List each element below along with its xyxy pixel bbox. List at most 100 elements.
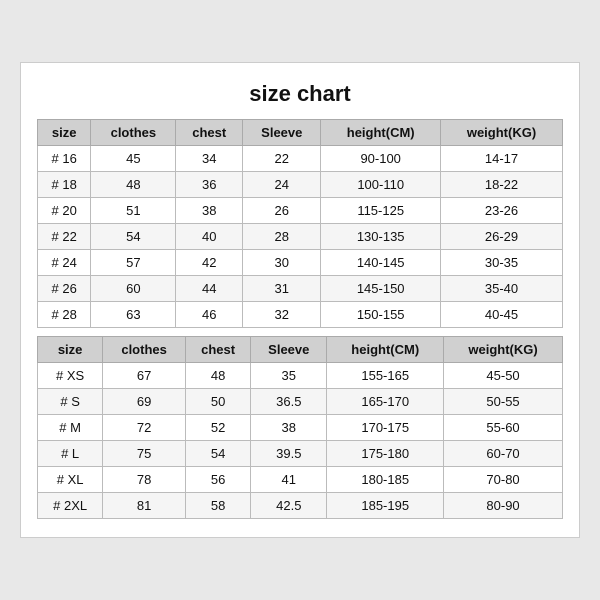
table-cell: # 20 (38, 198, 91, 224)
table-cell: 140-145 (321, 250, 441, 276)
table-cell: # 24 (38, 250, 91, 276)
table1-header: sizeclotheschestSleeveheight(CM)weight(K… (38, 120, 563, 146)
table-row: # 28634632150-15540-45 (38, 302, 563, 328)
table-cell: 185-195 (327, 493, 444, 519)
table-cell: 56 (185, 467, 250, 493)
col-header: weight(KG) (444, 337, 563, 363)
table-cell: 48 (185, 363, 250, 389)
table-cell: 55-60 (444, 415, 563, 441)
table-row: # 20513826115-12523-26 (38, 198, 563, 224)
table-cell: 170-175 (327, 415, 444, 441)
table-cell: 36.5 (251, 389, 327, 415)
table-cell: # XS (38, 363, 103, 389)
table2-body: # XS674835155-16545-50# S695036.5165-170… (38, 363, 563, 519)
table-cell: 39.5 (251, 441, 327, 467)
table-cell: 34 (176, 146, 243, 172)
table-cell: 58 (185, 493, 250, 519)
table-row: # M725238170-17555-60 (38, 415, 563, 441)
table-cell: 80-90 (444, 493, 563, 519)
table-cell: 175-180 (327, 441, 444, 467)
table-cell: 14-17 (441, 146, 563, 172)
table-cell: 40 (176, 224, 243, 250)
table-cell: # XL (38, 467, 103, 493)
table-cell: 45-50 (444, 363, 563, 389)
table-row: # S695036.5165-17050-55 (38, 389, 563, 415)
table-cell: 44 (176, 276, 243, 302)
table-row: # L755439.5175-18060-70 (38, 441, 563, 467)
table-cell: 90-100 (321, 146, 441, 172)
table-cell: 52 (185, 415, 250, 441)
table-row: # 18483624100-11018-22 (38, 172, 563, 198)
table-cell: 72 (103, 415, 186, 441)
table-cell: 28 (243, 224, 321, 250)
table-cell: # 2XL (38, 493, 103, 519)
table-cell: 50-55 (444, 389, 563, 415)
table-cell: 36 (176, 172, 243, 198)
table-cell: 42 (176, 250, 243, 276)
gap-table: sizeclotheschestSleeveheight(CM)weight(K… (37, 336, 563, 519)
table-cell: 54 (185, 441, 250, 467)
table-cell: 180-185 (327, 467, 444, 493)
table-cell: # 22 (38, 224, 91, 250)
col-header: weight(KG) (441, 120, 563, 146)
table-cell: 78 (103, 467, 186, 493)
table-cell: 46 (176, 302, 243, 328)
table-cell: 30-35 (441, 250, 563, 276)
table-cell: # 18 (38, 172, 91, 198)
table-cell: 150-155 (321, 302, 441, 328)
table2-header-row: sizeclotheschestSleeveheight(CM)weight(K… (38, 337, 563, 363)
table-cell: 35 (251, 363, 327, 389)
table-cell: 63 (91, 302, 176, 328)
size-table-1: sizeclotheschestSleeveheight(CM)weight(K… (37, 119, 563, 328)
table-cell: 31 (243, 276, 321, 302)
table-cell: # M (38, 415, 103, 441)
col-header: height(CM) (327, 337, 444, 363)
table-cell: 23-26 (441, 198, 563, 224)
table-cell: 75 (103, 441, 186, 467)
table-cell: 54 (91, 224, 176, 250)
table-cell: 60 (91, 276, 176, 302)
table-cell: 45 (91, 146, 176, 172)
table2-header: sizeclotheschestSleeveheight(CM)weight(K… (38, 337, 563, 363)
table-row: # 26604431145-15035-40 (38, 276, 563, 302)
table-cell: 67 (103, 363, 186, 389)
table1-header-row: sizeclotheschestSleeveheight(CM)weight(K… (38, 120, 563, 146)
table-row: # 24574230140-14530-35 (38, 250, 563, 276)
col-header: Sleeve (243, 120, 321, 146)
table-cell: 155-165 (327, 363, 444, 389)
table-cell: 165-170 (327, 389, 444, 415)
table-cell: # L (38, 441, 103, 467)
table-cell: 40-45 (441, 302, 563, 328)
table-cell: # 28 (38, 302, 91, 328)
table-row: # 2XL815842.5185-19580-90 (38, 493, 563, 519)
table-cell: 60-70 (444, 441, 563, 467)
table-row: # 1645342290-10014-17 (38, 146, 563, 172)
table-cell: 70-80 (444, 467, 563, 493)
table-cell: 50 (185, 389, 250, 415)
table-cell: 115-125 (321, 198, 441, 224)
table-cell: 38 (251, 415, 327, 441)
table-cell: 42.5 (251, 493, 327, 519)
table-cell: 35-40 (441, 276, 563, 302)
table-cell: 100-110 (321, 172, 441, 198)
table-row: # XL785641180-18570-80 (38, 467, 563, 493)
col-header: height(CM) (321, 120, 441, 146)
table-cell: 130-135 (321, 224, 441, 250)
table-cell: 26 (243, 198, 321, 224)
table-cell: 26-29 (441, 224, 563, 250)
table1-body: # 1645342290-10014-17# 18483624100-11018… (38, 146, 563, 328)
table-cell: 32 (243, 302, 321, 328)
col-header: size (38, 337, 103, 363)
table-cell: 38 (176, 198, 243, 224)
table-row: # XS674835155-16545-50 (38, 363, 563, 389)
col-header: chest (176, 120, 243, 146)
table-cell: # S (38, 389, 103, 415)
col-header: clothes (91, 120, 176, 146)
col-header: clothes (103, 337, 186, 363)
col-header: size (38, 120, 91, 146)
table-cell: 22 (243, 146, 321, 172)
chart-title: size chart (37, 81, 563, 107)
col-header: Sleeve (251, 337, 327, 363)
col-header: chest (185, 337, 250, 363)
table-cell: 145-150 (321, 276, 441, 302)
